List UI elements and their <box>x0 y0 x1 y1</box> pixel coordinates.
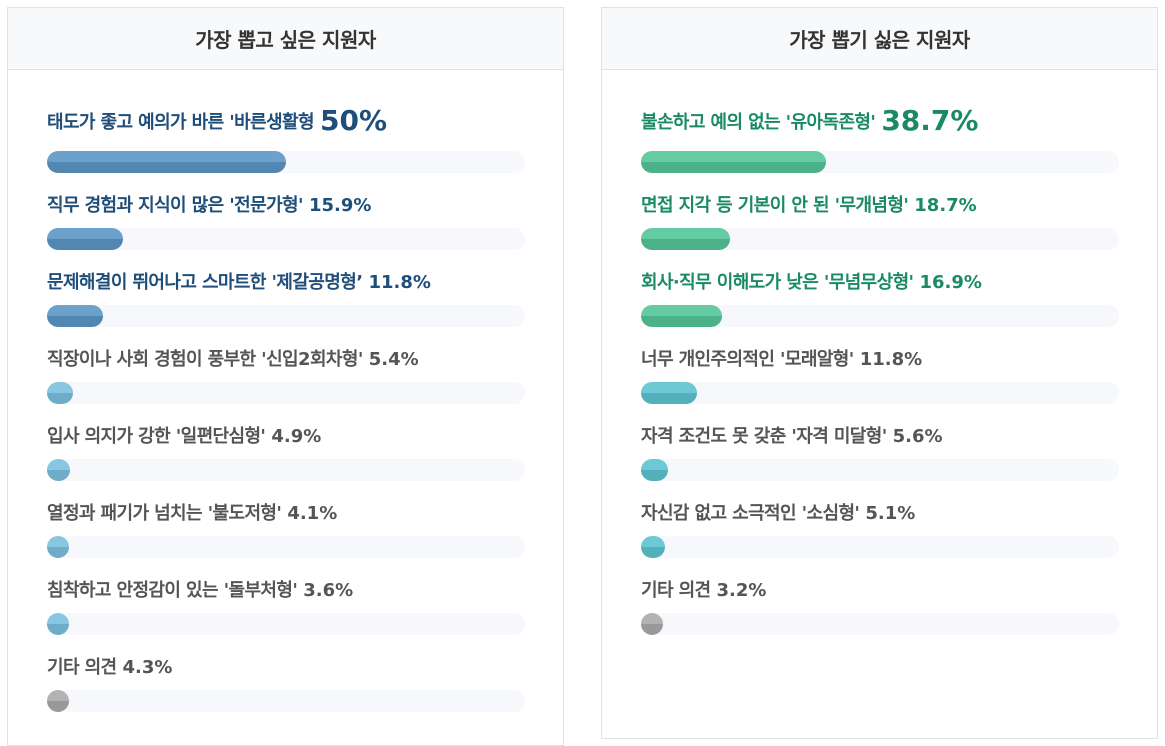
bar-track <box>47 151 525 173</box>
category-label: 자격 조건도 못 갖춘 '자격 미달형' <box>641 426 887 447</box>
bar-fill <box>47 459 71 481</box>
bar-label: 태도가 좋고 예의가 바른 '바른생활형 50% <box>47 107 387 136</box>
bar-track <box>641 536 1119 558</box>
bar-row: 자신감 없고 소극적인 '소심형' 5.1% <box>641 493 1119 570</box>
bar-fill <box>641 151 826 173</box>
bar-fill <box>641 382 698 404</box>
bar-fill <box>47 613 69 635</box>
bar-label: 면접 지각 등 기본이 안 된 '무개념형' 18.7% <box>641 193 977 219</box>
bar-row: 회사·직무 이해도가 낮은 '무념무상형' 16.9% <box>641 262 1119 339</box>
value-label: 4.1% <box>287 503 338 524</box>
bar-label: 자신감 없고 소극적인 '소심형' 5.1% <box>641 501 915 527</box>
category-label: 문제해결이 뛰어나고 스마트한 '제갈공명형’ <box>47 272 363 293</box>
category-label: 불손하고 예의 없는 '유아독존형' <box>641 112 876 133</box>
bar-fill <box>641 228 731 250</box>
bar-label: 열정과 패기가 넘치는 '불도저형' 4.1% <box>47 501 337 527</box>
value-label: 5.6% <box>892 426 943 447</box>
value-label: 5.4% <box>368 349 419 370</box>
bar-label: 문제해결이 뛰어나고 스마트한 '제갈공명형’ 11.8% <box>47 270 431 296</box>
bar-row: 열정과 패기가 넘치는 '불도저형' 4.1% <box>47 493 525 570</box>
category-label: 회사·직무 이해도가 낮은 '무념무상형' <box>641 272 914 293</box>
bar-fill <box>641 536 666 558</box>
bar-fill <box>47 305 104 327</box>
bar-fill <box>47 228 123 250</box>
bar-row: 직무 경험과 지식이 많은 '전문가형' 15.9% <box>47 185 525 262</box>
bar-row: 문제해결이 뛰어나고 스마트한 '제갈공명형’ 11.8% <box>47 262 525 339</box>
bar-track <box>47 305 525 327</box>
bar-label: 침착하고 안정감이 있는 '돌부처형' 3.6% <box>47 578 353 604</box>
category-label: 너무 개인주의적인 '모래알형' <box>641 349 854 370</box>
bar-track <box>641 459 1119 481</box>
bar-label: 입사 의지가 강한 '일편단심형' 4.9% <box>47 424 321 450</box>
bar-row: 직장이나 사회 경험이 풍부한 '신입2회차형' 5.4% <box>47 339 525 416</box>
value-label: 50% <box>319 104 388 137</box>
category-label: 직장이나 사회 경험이 풍부한 '신입2회차형' <box>47 349 363 370</box>
value-label: 3.6% <box>303 580 354 601</box>
bar-row: 자격 조건도 못 갖춘 '자격 미달형' 5.6% <box>641 416 1119 493</box>
panel-title: 가장 뽑기 싫은 지원자 <box>602 8 1157 70</box>
category-label: 면접 지각 등 기본이 안 된 '무개념형' <box>641 195 909 216</box>
category-label: 직무 경험과 지식이 많은 '전문가형' <box>47 195 304 216</box>
category-label: 기타 의견 <box>641 580 711 601</box>
bar-track <box>641 151 1119 173</box>
bar-row: 너무 개인주의적인 '모래알형' 11.8% <box>641 339 1119 416</box>
bar-track <box>47 536 525 558</box>
bar-list: 태도가 좋고 예의가 바른 '바른생활형 50% 직무 경험과 지식이 많은 '전문… <box>47 107 525 724</box>
bar-row: 기타 의견 3.2% <box>641 570 1119 647</box>
bar-fill <box>641 459 668 481</box>
unwanted-applicants-panel: 가장 뽑기 싫은 지원자 불손하고 예의 없는 '유아독존형' 38.7% 면접 지… <box>601 7 1158 739</box>
bar-fill <box>47 690 69 712</box>
bar-label: 직장이나 사회 경험이 풍부한 '신입2회차형' 5.4% <box>47 347 419 373</box>
category-label: 태도가 좋고 예의가 바른 '바른생활형 <box>47 112 315 133</box>
value-label: 38.7% <box>881 104 979 137</box>
bar-track <box>641 228 1119 250</box>
bar-fill <box>47 151 286 173</box>
bar-label: 회사·직무 이해도가 낮은 '무념무상형' 16.9% <box>641 270 982 296</box>
value-label: 16.9% <box>919 272 982 293</box>
value-label: 4.3% <box>122 657 173 678</box>
bar-track <box>47 613 525 635</box>
bar-fill <box>641 613 663 635</box>
bar-label: 직무 경험과 지식이 많은 '전문가형' 15.9% <box>47 193 371 219</box>
bar-list: 불손하고 예의 없는 '유아독존형' 38.7% 면접 지각 등 기본이 안 된 '… <box>641 107 1119 647</box>
value-label: 11.8% <box>368 272 431 293</box>
bar-row: 기타 의견 4.3% <box>47 647 525 724</box>
bar-track <box>47 459 525 481</box>
bar-track <box>47 690 525 712</box>
category-label: 자신감 없고 소극적인 '소심형' <box>641 503 860 524</box>
panel-title: 가장 뽑고 싶은 지원자 <box>8 8 563 70</box>
bar-track <box>47 382 525 404</box>
bar-label: 기타 의견 4.3% <box>47 655 172 681</box>
bar-track <box>641 613 1119 635</box>
bar-row: 태도가 좋고 예의가 바른 '바른생활형 50% <box>47 107 525 185</box>
category-label: 기타 의견 <box>47 657 117 678</box>
bar-row: 면접 지각 등 기본이 안 된 '무개념형' 18.7% <box>641 185 1119 262</box>
bar-fill <box>641 305 722 327</box>
preferred-applicants-panel: 가장 뽑고 싶은 지원자 태도가 좋고 예의가 바른 '바른생활형 50% 직무 경… <box>7 7 564 746</box>
bar-row: 불손하고 예의 없는 '유아독존형' 38.7% <box>641 107 1119 185</box>
bar-track <box>641 305 1119 327</box>
bar-track <box>47 228 525 250</box>
bar-row: 침착하고 안정감이 있는 '돌부처형' 3.6% <box>47 570 525 647</box>
bar-fill <box>47 536 69 558</box>
value-label: 5.1% <box>865 503 916 524</box>
category-label: 열정과 패기가 넘치는 '불도저형' <box>47 503 282 524</box>
value-label: 18.7% <box>914 195 977 216</box>
value-label: 11.8% <box>859 349 923 370</box>
bar-label: 자격 조건도 못 갖춘 '자격 미달형' 5.6% <box>641 424 943 450</box>
value-label: 4.9% <box>271 426 322 447</box>
bar-label: 기타 의견 3.2% <box>641 578 766 604</box>
category-label: 입사 의지가 강한 '일편단심형' <box>47 426 266 447</box>
value-label: 15.9% <box>308 195 372 216</box>
bar-row: 입사 의지가 강한 '일편단심형' 4.9% <box>47 416 525 493</box>
category-label: 침착하고 안정감이 있는 '돌부처형' <box>47 580 298 601</box>
bar-label: 너무 개인주의적인 '모래알형' 11.8% <box>641 347 922 373</box>
bar-fill <box>47 382 73 404</box>
bar-track <box>641 382 1119 404</box>
value-label: 3.2% <box>716 580 767 601</box>
bar-label: 불손하고 예의 없는 '유아독존형' 38.7% <box>641 107 978 136</box>
